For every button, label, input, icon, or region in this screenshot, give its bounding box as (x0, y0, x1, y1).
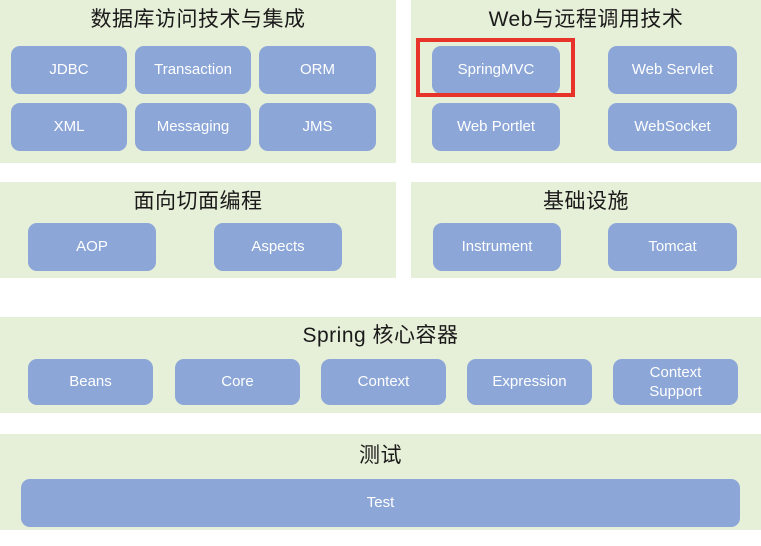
node-jms[interactable]: JMS (259, 103, 376, 151)
node-aspects[interactable]: Aspects (214, 223, 342, 271)
node-jdbc[interactable]: JDBC (11, 46, 127, 94)
panel-infrastructure: 基础设施 Instrument Tomcat (411, 182, 761, 278)
panel-title-data-access: 数据库访问技术与集成 (90, 8, 306, 31)
node-xml[interactable]: XML (11, 103, 127, 151)
node-context[interactable]: Context (321, 359, 446, 405)
node-context-support[interactable]: Context Support (613, 359, 738, 405)
panel-title-web-remoting: Web与远程调用技术 (488, 8, 684, 31)
node-core[interactable]: Core (175, 359, 300, 405)
node-tomcat[interactable]: Tomcat (608, 223, 737, 271)
node-web-servlet[interactable]: Web Servlet (608, 46, 737, 94)
diagram-canvas: 数据库访问技术与集成 JDBC Transaction ORM XML Mess… (0, 0, 761, 546)
panel-web-remoting: Web与远程调用技术 SpringMVC Web Servlet Web Por… (411, 0, 761, 163)
node-messaging[interactable]: Messaging (135, 103, 251, 151)
node-orm[interactable]: ORM (259, 46, 376, 94)
node-beans[interactable]: Beans (28, 359, 153, 405)
node-expression[interactable]: Expression (467, 359, 592, 405)
node-transaction[interactable]: Transaction (135, 46, 251, 94)
panel-title-aop: 面向切面编程 (133, 190, 263, 213)
panel-data-access: 数据库访问技术与集成 JDBC Transaction ORM XML Mess… (0, 0, 396, 163)
panel-title-infrastructure: 基础设施 (543, 190, 629, 213)
node-instrument[interactable]: Instrument (433, 223, 561, 271)
panel-title-core-container: Spring 核心容器 (302, 324, 459, 347)
node-test[interactable]: Test (21, 479, 740, 527)
panel-core-container: Spring 核心容器 Beans Core Context Expressio… (0, 317, 761, 413)
node-aop[interactable]: AOP (28, 223, 156, 271)
panel-aop: 面向切面编程 AOP Aspects (0, 182, 396, 278)
node-web-portlet[interactable]: Web Portlet (432, 103, 560, 151)
panel-title-test: 测试 (359, 444, 402, 467)
node-springmvc[interactable]: SpringMVC (432, 46, 560, 94)
node-websocket[interactable]: WebSocket (608, 103, 737, 151)
panel-test: 测试 Test (0, 434, 761, 530)
